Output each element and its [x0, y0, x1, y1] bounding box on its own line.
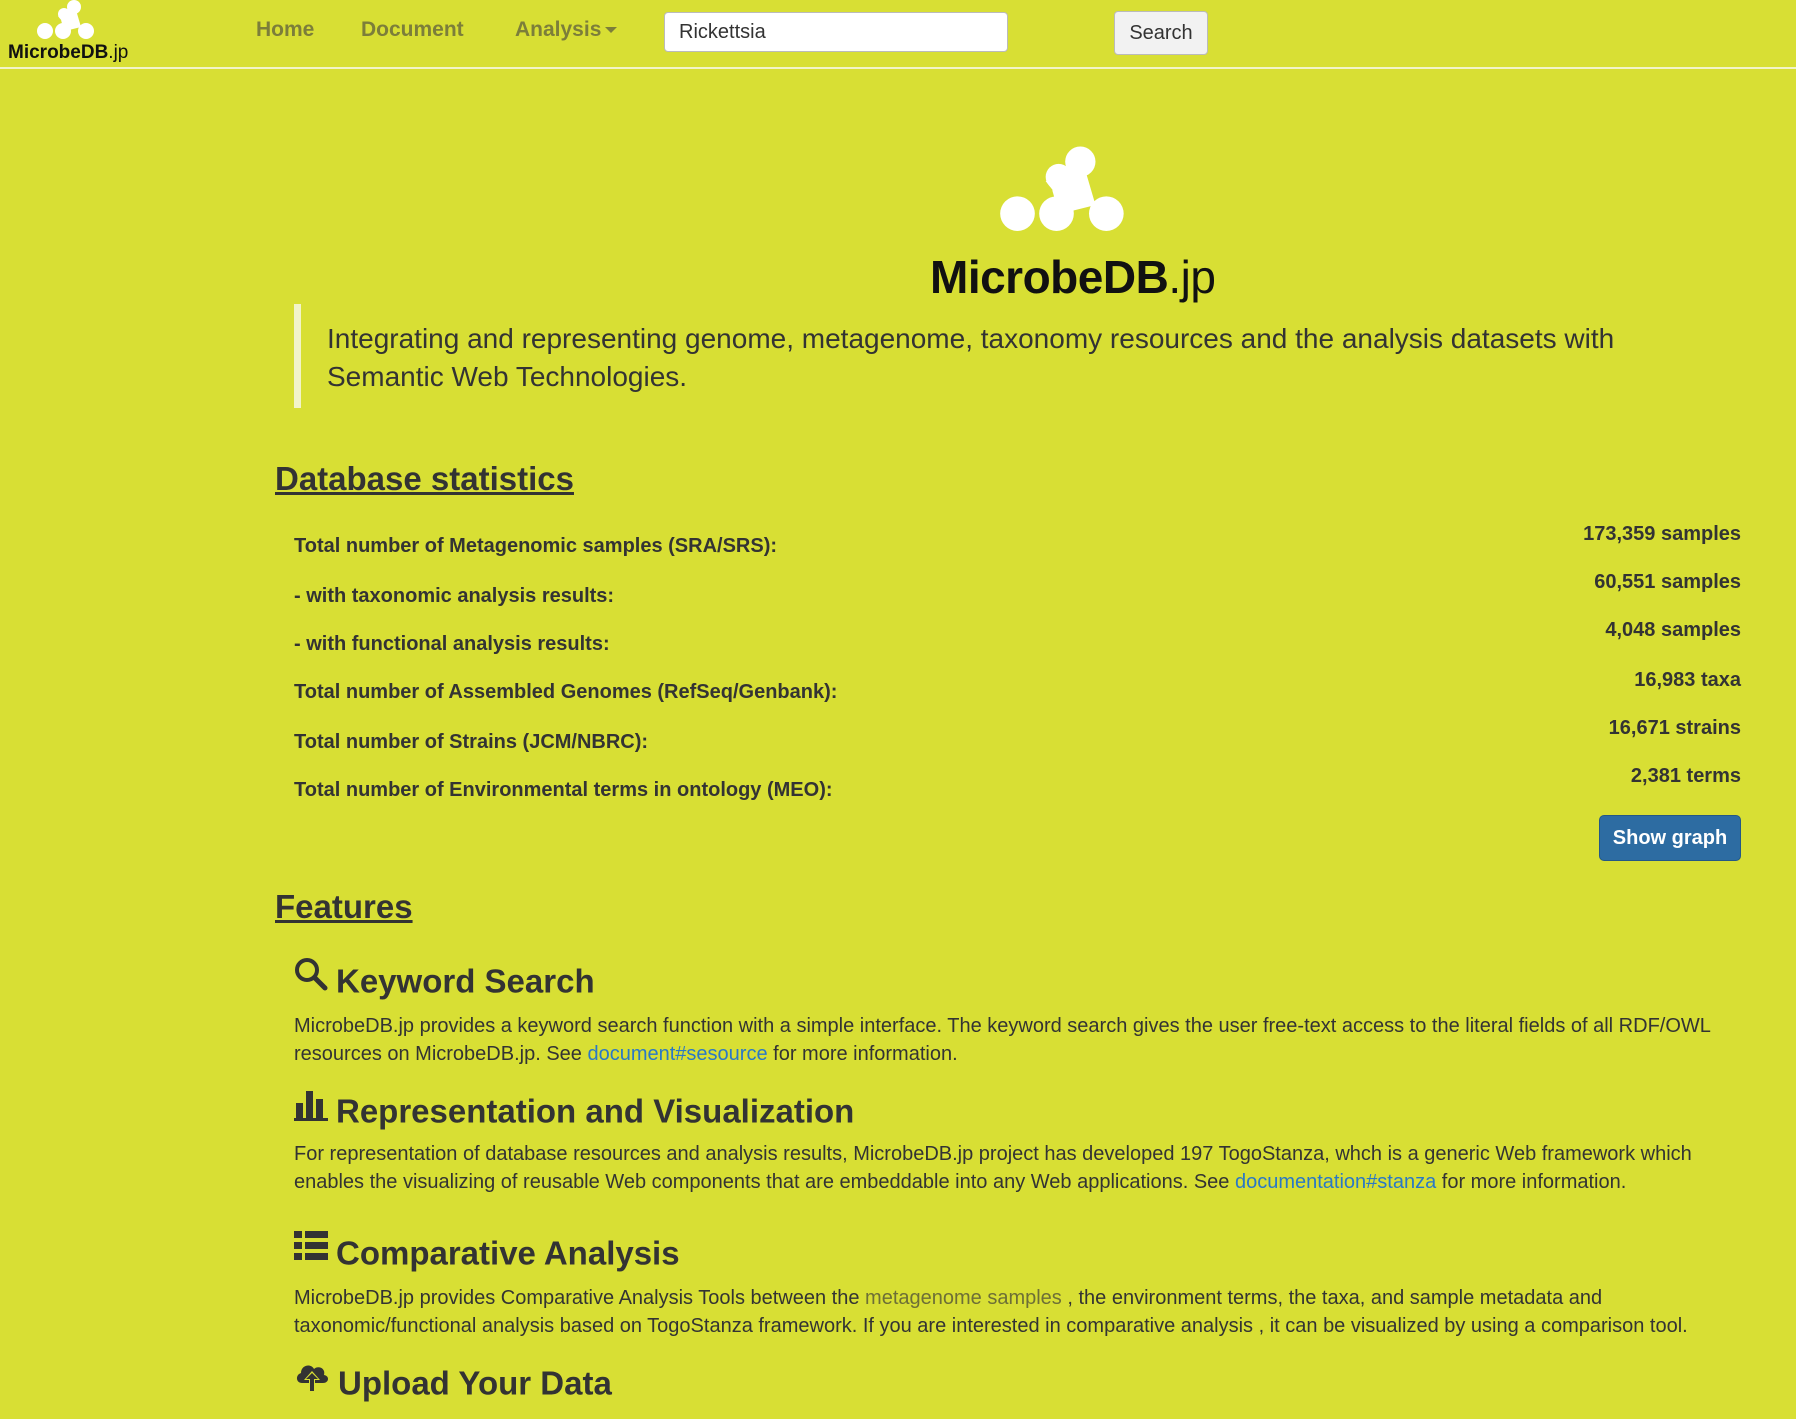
hero-title: MicrobeDB.jp	[930, 251, 1216, 303]
feature-comparative-title: Comparative Analysis	[294, 1230, 680, 1273]
nav-home-link[interactable]: Home	[256, 18, 314, 42]
feature-representation-title: Representation and Visualization	[294, 1090, 854, 1132]
document-sesource-link[interactable]: document#sesource	[587, 1043, 767, 1065]
features-heading: Features	[275, 888, 413, 925]
search-button[interactable]: Search	[1114, 11, 1208, 55]
chevron-down-icon	[605, 27, 618, 34]
feature-keyword-search-text: MicrobeDB.jp provides a keyword search f…	[294, 1015, 1711, 1065]
navbar: MicrobeDB.jp Home Document Analysis Sear…	[0, 0, 1796, 69]
search-icon	[294, 957, 328, 999]
stat-label: - with functional analysis results:	[294, 633, 610, 655]
tagline-blockquote: Integrating and representing genome, met…	[294, 304, 1734, 408]
database-statistics-heading: Database statistics	[275, 460, 574, 497]
cloud-upload-icon	[294, 1359, 330, 1401]
stat-value: 2,381 terms	[1630, 765, 1741, 787]
search-input[interactable]	[664, 12, 1008, 52]
stat-label: Total number of Environmental terms in o…	[294, 779, 833, 801]
nav-analysis-dropdown[interactable]: Analysis	[515, 18, 618, 42]
stat-value: 4,048 samples	[1605, 619, 1741, 641]
show-graph-button[interactable]: Show graph	[1599, 815, 1741, 861]
stat-label: - with taxonomic analysis results:	[294, 585, 615, 607]
stat-label: Total number of Assembled Genomes (RefSe…	[294, 681, 838, 703]
microbedb-logo-icon	[37, 0, 94, 39]
stat-label: Total number of Metagenomic samples (SRA…	[294, 535, 778, 557]
hero-logo: MicrobeDB.jp	[930, 142, 1240, 312]
nav-document-link[interactable]: Document	[361, 18, 464, 42]
list-icon	[294, 1230, 328, 1270]
stat-label: Total number of Strains (JCM/NBRC):	[294, 731, 649, 753]
feature-keyword-search-title: Keyword Search	[294, 957, 595, 1002]
tagline-text: Integrating and representing genome, met…	[327, 323, 1615, 392]
metagenome-samples-link[interactable]: metagenome samples	[865, 1287, 1062, 1309]
brand-name: MicrobeDB.jp	[8, 42, 129, 63]
documentation-stanza-link[interactable]: documentation#stanza	[1235, 1171, 1436, 1193]
feature-upload-title: Upload Your Data	[294, 1362, 612, 1404]
feature-representation-text: For representation of database resources…	[294, 1143, 1692, 1193]
microbedb-logo-icon	[1000, 146, 1124, 231]
stat-value: 173,359 samples	[1583, 523, 1741, 545]
nav-analysis-label: Analysis	[515, 18, 602, 41]
brand-logo[interactable]: MicrobeDB.jp	[6, 0, 146, 66]
feature-comparative-text: MicrobeDB.jp provides Comparative Analys…	[294, 1287, 1688, 1337]
stat-value: 16,671 strains	[1608, 717, 1741, 739]
stat-value: 60,551 samples	[1594, 571, 1741, 593]
bar-chart-icon	[294, 1087, 328, 1129]
stat-value: 16,983 taxa	[1634, 669, 1741, 691]
